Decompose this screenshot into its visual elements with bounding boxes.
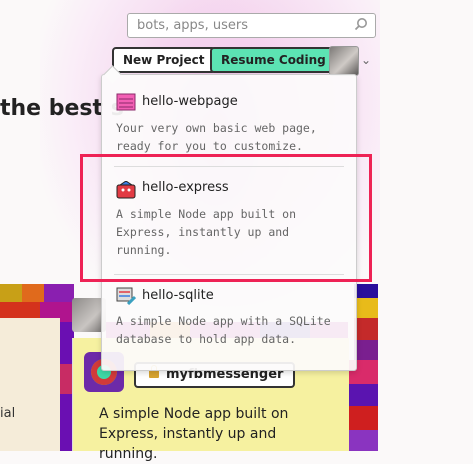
chevron-down-icon[interactable]: ⌄	[361, 53, 371, 67]
search-input[interactable]: bots, apps, users	[127, 13, 376, 38]
user-avatar[interactable]	[329, 46, 359, 76]
dropdown-item-description: Your very own basic web page, ready for …	[116, 121, 317, 153]
dropdown-item-title: hello-webpage	[142, 94, 238, 109]
lock-icon	[149, 365, 159, 378]
partial-project-card[interactable]: ial	[0, 318, 60, 451]
webpage-icon	[116, 93, 136, 111]
resume-coding-button[interactable]: Resume Coding	[210, 47, 337, 73]
sqlite-icon	[116, 287, 136, 305]
project-description: A simple Node app built on Express, inst…	[99, 406, 289, 462]
dropdown-item-hello-sqlite[interactable]: hello-sqlite A simple Node app with a SQ…	[102, 281, 356, 361]
search-icon[interactable]	[354, 17, 368, 31]
partial-card-text: ial	[0, 406, 16, 421]
highlight-box	[80, 154, 372, 282]
dropdown-item-hello-webpage[interactable]: hello-webpage Your very own basic web pa…	[102, 85, 356, 165]
dropdown-item-description: A simple Node app with a SQLite database…	[116, 314, 331, 346]
dropdown-item-title: hello-sqlite	[142, 288, 214, 303]
new-project-button[interactable]: New Project	[112, 47, 216, 73]
